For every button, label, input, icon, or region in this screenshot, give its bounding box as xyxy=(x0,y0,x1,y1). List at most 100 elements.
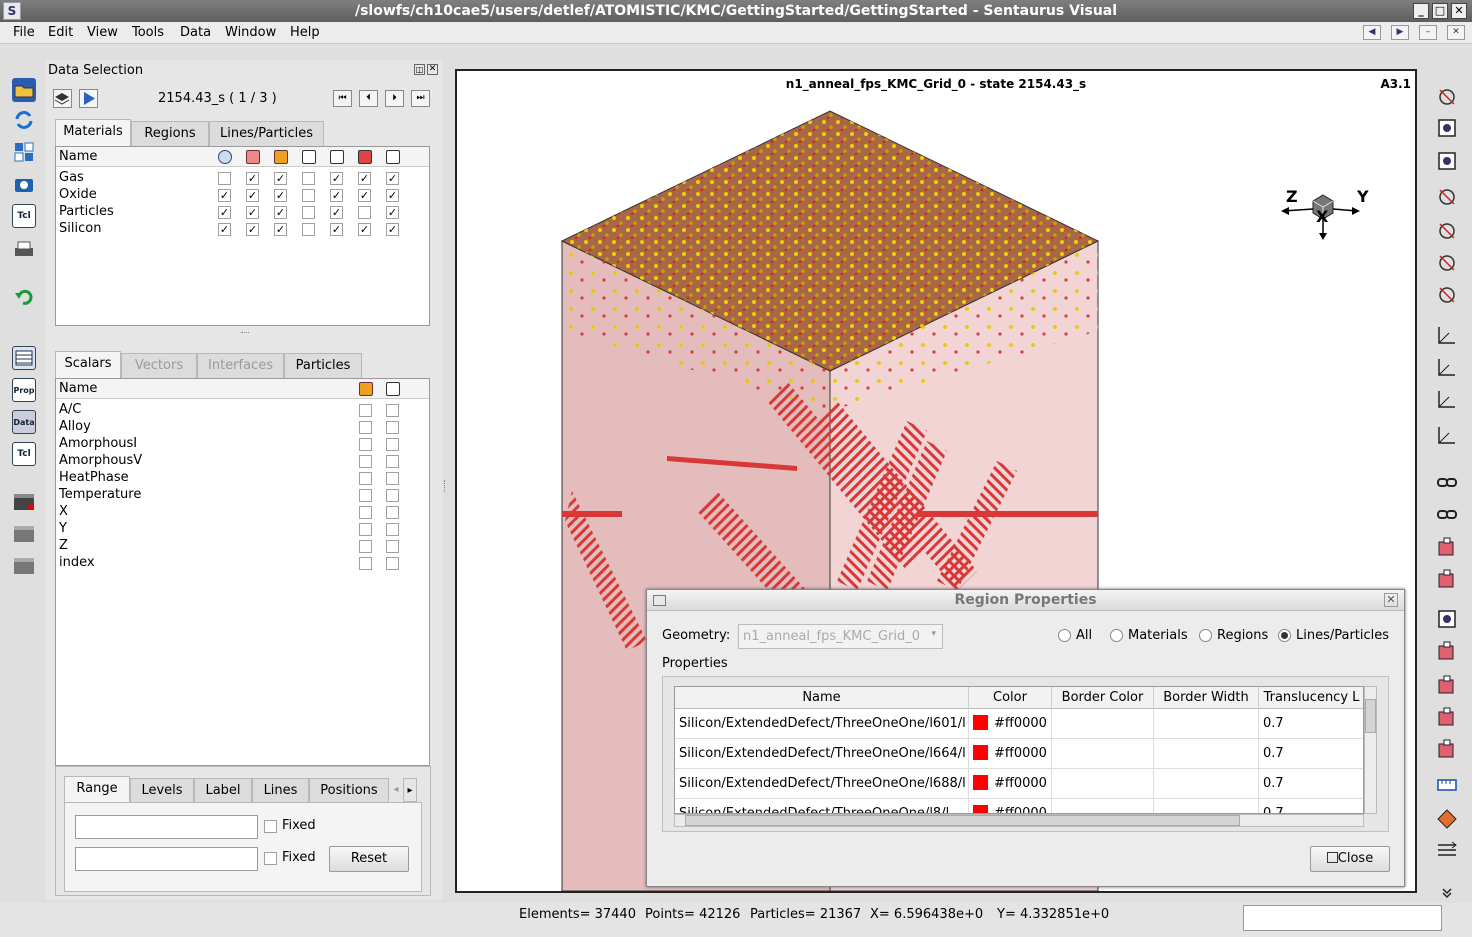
material-checkbox[interactable]: ✓ xyxy=(218,206,231,219)
column-header[interactable]: Translucency L xyxy=(1259,687,1363,709)
material-checkbox[interactable]: ✓ xyxy=(246,223,259,236)
scalar-checkbox[interactable] xyxy=(386,506,399,519)
previous-frame-icon[interactable]: ⏴ xyxy=(359,90,378,107)
material-checkbox[interactable] xyxy=(302,172,315,185)
tab-scroll-left-icon[interactable]: ◂ xyxy=(390,778,402,802)
scalar-checkbox[interactable] xyxy=(386,455,399,468)
previous-window-icon[interactable]: ◀ xyxy=(1363,25,1381,40)
scalar-checkbox[interactable] xyxy=(359,421,372,434)
layers-icon[interactable] xyxy=(53,89,72,108)
scalar-row[interactable]: A/C xyxy=(56,402,429,419)
scalar-checkbox[interactable] xyxy=(359,557,372,570)
rotate-x-icon[interactable] xyxy=(1434,218,1460,244)
material-row-particles[interactable]: Particles ✓ ✓ ✓ ✓ ✓ xyxy=(56,204,429,221)
material-checkbox[interactable]: ✓ xyxy=(246,172,259,185)
scalar-row[interactable]: HeatPhase xyxy=(56,470,429,487)
maximize-window-button[interactable]: □ xyxy=(1432,3,1448,19)
radio-lines-particles[interactable] xyxy=(1278,629,1291,642)
geometry-select[interactable]: n1_anneal_fps_KMC_Grid_0 ▾ xyxy=(738,624,943,649)
vertical-scroll-thumb[interactable] xyxy=(1365,699,1376,733)
material-checkbox[interactable]: ✓ xyxy=(330,223,343,236)
link-settings-icon[interactable] xyxy=(1434,502,1460,528)
scalar-row[interactable]: AmorphousV xyxy=(56,453,429,470)
material-checkbox[interactable]: ✓ xyxy=(330,206,343,219)
app-icon[interactable]: S xyxy=(3,2,21,20)
range-max-input[interactable] xyxy=(75,847,258,871)
border-color-cell[interactable] xyxy=(1052,799,1154,813)
minimize-document-icon[interactable]: – xyxy=(1419,25,1437,40)
properties-icon[interactable]: Prop xyxy=(12,378,36,402)
translucency-cell[interactable]: 0.7 xyxy=(1259,739,1363,769)
dialog-close-icon[interactable]: ✕ xyxy=(1384,593,1398,607)
link-icon[interactable] xyxy=(1434,470,1460,496)
show-label-icon[interactable] xyxy=(386,150,400,164)
region-row[interactable]: Silicon/ExtendedDefect/ThreeOneOne/l601/… xyxy=(675,709,1363,739)
tab-scalars[interactable]: Scalars xyxy=(55,351,121,378)
scalar-row[interactable]: Temperature xyxy=(56,487,429,504)
border-color-cell[interactable] xyxy=(1052,709,1154,739)
column-header[interactable]: Border Width xyxy=(1154,687,1259,709)
color-swatch[interactable] xyxy=(973,715,988,730)
pick-icon[interactable] xyxy=(1434,184,1460,210)
last-frame-icon[interactable]: ⏭ xyxy=(411,90,430,107)
radio-regions[interactable] xyxy=(1199,629,1212,642)
scalar-checkbox[interactable] xyxy=(386,421,399,434)
tcl-script-icon[interactable]: Tcl xyxy=(12,204,36,228)
float-panel-icon[interactable]: ◫ xyxy=(414,64,425,75)
zoom-icon[interactable] xyxy=(1434,148,1460,174)
fixed-max-checkbox[interactable] xyxy=(264,852,277,865)
xy-plane-icon[interactable] xyxy=(1434,322,1460,348)
scalar-checkbox[interactable] xyxy=(386,523,399,536)
undo-icon[interactable] xyxy=(12,284,36,308)
region-row[interactable]: Silicon/ExtendedDefect/ThreeOneOne/l688/… xyxy=(675,769,1363,799)
show-outline-icon[interactable] xyxy=(358,150,372,164)
show-faces-icon[interactable] xyxy=(246,150,260,164)
tab-lines[interactable]: Lines xyxy=(252,778,309,803)
copy-view-icon[interactable] xyxy=(1434,606,1460,632)
next-window-icon[interactable]: ▶ xyxy=(1391,25,1409,40)
panel-splitter[interactable] xyxy=(444,480,446,492)
material-row-gas[interactable]: Gas ✓ ✓ ✓ ✓ ✓ xyxy=(56,170,429,187)
scalar-checkbox[interactable] xyxy=(359,523,372,536)
material-checkbox[interactable]: ✓ xyxy=(274,223,287,236)
scalar-checkbox[interactable] xyxy=(359,506,372,519)
material-checkbox[interactable] xyxy=(358,206,371,219)
range-min-input[interactable] xyxy=(75,815,258,839)
play-icon[interactable] xyxy=(79,89,98,108)
scalar-row[interactable]: Z xyxy=(56,538,429,555)
fit-view-icon[interactable] xyxy=(1434,115,1460,141)
scalar-row[interactable]: AmorphousI xyxy=(56,436,429,453)
translucency-cell[interactable]: 0.7 xyxy=(1259,769,1363,799)
menu-help[interactable]: Help xyxy=(290,25,320,40)
border-width-cell[interactable] xyxy=(1154,799,1259,813)
scalar-checkbox[interactable] xyxy=(359,438,372,451)
clip-icon[interactable] xyxy=(1434,638,1460,664)
material-checkbox[interactable]: ✓ xyxy=(218,223,231,236)
translucency-cell[interactable]: 0.7 xyxy=(1259,799,1363,813)
scalar-checkbox[interactable] xyxy=(359,489,372,502)
material-checkbox[interactable]: ✓ xyxy=(246,189,259,202)
material-checkbox[interactable]: ✓ xyxy=(386,223,399,236)
movie-export-icon[interactable] xyxy=(12,554,36,578)
region-row[interactable]: Silicon/ExtendedDefect/ThreeOneOne/l8/l #… xyxy=(675,799,1363,813)
camera-settings-icon[interactable] xyxy=(1434,534,1460,560)
scalar-checkbox[interactable] xyxy=(359,455,372,468)
first-frame-icon[interactable]: ⏮ xyxy=(333,90,352,107)
rotate-y-icon[interactable] xyxy=(1434,250,1460,276)
material-checkbox[interactable] xyxy=(302,223,315,236)
translucency-cell[interactable]: 0.7 xyxy=(1259,709,1363,739)
material-checkbox[interactable]: ✓ xyxy=(358,189,371,202)
close-panel-icon[interactable]: ✕ xyxy=(427,64,438,75)
material-checkbox[interactable]: ✓ xyxy=(330,189,343,202)
menu-data[interactable]: Data xyxy=(180,25,211,40)
print-icon[interactable] xyxy=(12,238,36,262)
range-icon[interactable] xyxy=(1434,566,1460,592)
scalar-checkbox[interactable] xyxy=(386,472,399,485)
cut-plane-icon[interactable] xyxy=(1434,422,1460,448)
region-row[interactable]: Silicon/ExtendedDefect/ThreeOneOne/l664/… xyxy=(675,739,1363,769)
horizontal-scroll-thumb[interactable] xyxy=(685,815,1240,826)
material-checkbox[interactable]: ✓ xyxy=(218,189,231,202)
show-fill-icon[interactable] xyxy=(274,150,288,164)
menu-tools[interactable]: Tools xyxy=(132,25,164,40)
color-swatch[interactable] xyxy=(973,775,988,790)
